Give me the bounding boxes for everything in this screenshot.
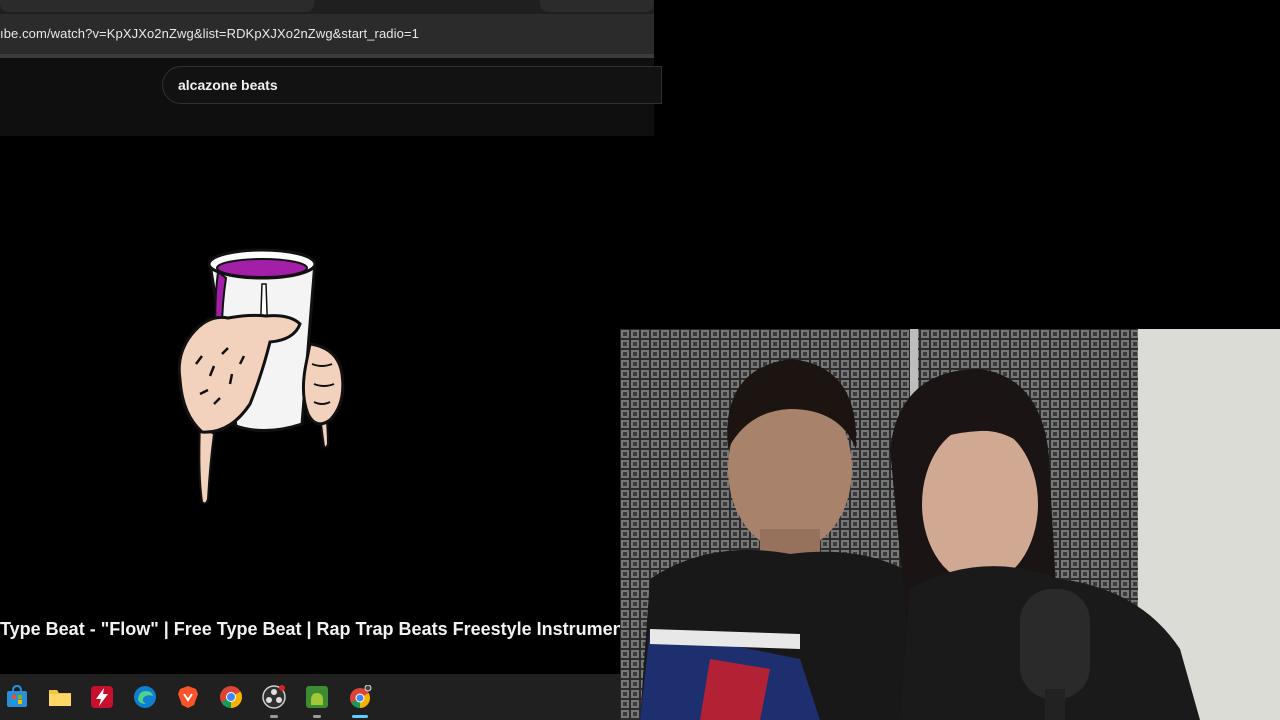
address-url[interactable]: ıbe.com/watch?v=KpXJXo2nZwg&list=RDKpXJX… — [0, 26, 419, 41]
video-title[interactable]: Type Beat - "Flow" | Free Type Beat | Ra… — [0, 619, 620, 640]
lean-cup-artwork — [177, 248, 345, 505]
chrome-icon[interactable] — [219, 685, 243, 709]
address-bar[interactable]: ıbe.com/watch?v=KpXJXo2nZwg&list=RDKpXJX… — [0, 14, 654, 54]
brave-icon[interactable] — [176, 685, 200, 709]
store-icon[interactable] — [5, 685, 29, 709]
youtube-header: alcazone beats — [0, 58, 662, 136]
video-player[interactable]: Type Beat - "Flow" | Free Type Beat | Ra… — [0, 136, 620, 673]
browser-tab[interactable] — [540, 0, 654, 12]
browser-tab-strip — [0, 0, 654, 14]
screen: ıbe.com/watch?v=KpXJXo2nZwg&list=RDKpXJX… — [0, 0, 1280, 720]
taskbar-active-indicator — [352, 715, 368, 718]
taskbar-running-indicator — [313, 715, 321, 718]
browser-tab[interactable] — [0, 0, 314, 12]
taskbar-running-indicator — [270, 715, 278, 718]
chrome-profile-icon[interactable] — [348, 685, 372, 709]
obs-icon[interactable] — [262, 685, 286, 709]
android-icon[interactable] — [305, 685, 329, 709]
taskbar — [0, 674, 620, 720]
lightning-app-icon[interactable] — [90, 685, 114, 709]
search-input[interactable]: alcazone beats — [162, 66, 662, 104]
webcam-feed — [620, 329, 1280, 720]
edge-icon[interactable] — [133, 685, 157, 709]
folder-icon[interactable] — [48, 685, 72, 709]
search-input-value: alcazone beats — [178, 77, 278, 93]
